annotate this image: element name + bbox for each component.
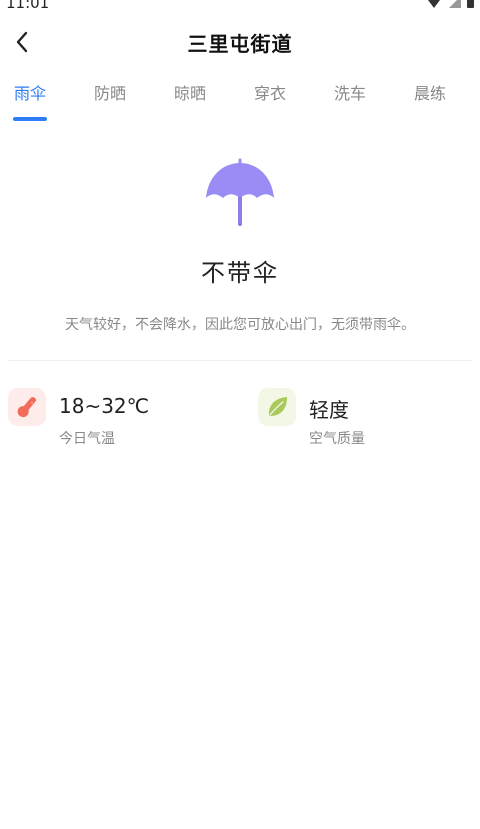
header: 三里屯街道 [0, 20, 480, 66]
tab-car-wash[interactable]: 洗车 [322, 80, 378, 122]
status-bar: 11:01 [0, 0, 480, 14]
temperature-value: 18~32℃ [59, 394, 150, 418]
tab-morning-exercise[interactable]: 晨练 [402, 80, 458, 122]
battery-icon [467, 0, 474, 8]
umbrella-icon [206, 158, 274, 226]
thermometer-icon [8, 388, 46, 426]
umbrella-status: 不带伞 [201, 259, 279, 287]
signal-icon [449, 0, 461, 8]
status-time: 11:01 [6, 0, 50, 12]
tab-drying[interactable]: 晾晒 [162, 80, 218, 122]
leaf-icon [258, 388, 296, 426]
tab-bar: 雨伞 防晒 晾晒 穿衣 洗车 晨练 [0, 80, 480, 124]
status-icons [425, 0, 474, 8]
advice-text: 天气较好，不会降水，因此您可放心出门，无须带雨伞。 [65, 317, 415, 333]
tab-sunscreen[interactable]: 防晒 [82, 80, 138, 122]
screen: 11:01 三里屯街道 雨伞 防晒 晾晒 穿衣 洗车 晨练 不带伞 天气较好，不… [0, 0, 480, 829]
temperature-label: 今日气温 [59, 431, 115, 447]
air-quality-label: 空气质量 [309, 431, 365, 447]
divider [8, 360, 472, 361]
air-quality-value: 轻度 [309, 398, 349, 422]
tab-umbrella[interactable]: 雨伞 [2, 80, 58, 122]
page-title: 三里屯街道 [187, 32, 293, 56]
temperature-info: 18~32℃ 今日气温 [8, 388, 228, 448]
wifi-icon [425, 0, 443, 8]
active-tab-indicator [13, 117, 47, 121]
tab-clothing[interactable]: 穿衣 [242, 80, 298, 122]
air-quality-info: 轻度 空气质量 [258, 388, 458, 448]
